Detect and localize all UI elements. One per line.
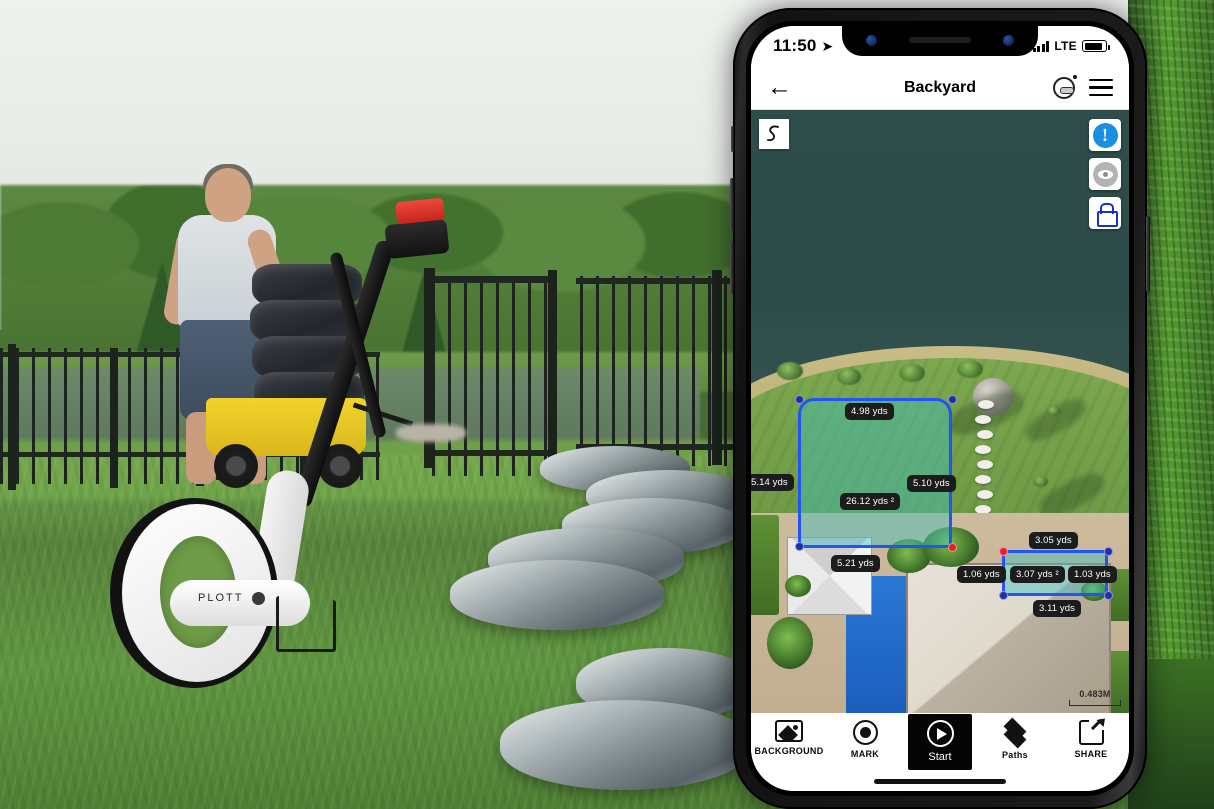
tab-label: Paths <box>1001 750 1028 760</box>
rock-edging <box>396 424 466 442</box>
area-label: 3.07 yds ² <box>1010 566 1065 583</box>
back-arrow-icon[interactable]: ← <box>767 75 792 100</box>
device-logo-icon <box>252 592 265 605</box>
polygon-vertex[interactable] <box>795 395 804 404</box>
status-time: 11:50 <box>773 36 817 55</box>
front-camera-icon <box>866 35 877 46</box>
measuring-wheel-icon[interactable] <box>1053 74 1077 99</box>
tab-label: Start <box>928 751 952 763</box>
scale-value: 0.483M <box>1079 689 1111 699</box>
location-arrow-icon: ➤ <box>821 37 834 54</box>
squiggle-path-icon[interactable] <box>759 119 789 149</box>
garden-bed <box>751 515 779 615</box>
volume-down-button[interactable] <box>730 242 734 294</box>
tab-label: MARK <box>850 749 880 759</box>
target-dot-icon <box>852 720 878 745</box>
map-floating-buttons: ! <box>1089 119 1121 229</box>
tab-share[interactable]: SHARE <box>1058 714 1124 759</box>
palm-tree <box>785 575 811 597</box>
fence-post <box>548 270 557 466</box>
shrub <box>899 364 925 382</box>
edge-label-left: 5.14 yds <box>751 474 794 491</box>
info-alert-button[interactable]: ! <box>1089 119 1121 151</box>
battery-icon <box>1082 40 1110 52</box>
polygon-vertex[interactable] <box>948 395 957 404</box>
polygon-vertex[interactable] <box>1104 547 1113 556</box>
layers-diamond-icon <box>1002 717 1028 749</box>
area-label: 26.12 yds ² <box>840 493 901 510</box>
stepping-stone <box>977 430 993 439</box>
stepping-stone <box>978 400 994 409</box>
tab-paths[interactable]: Paths <box>982 717 1048 760</box>
map-scale-bar: 0.483M <box>1069 689 1121 706</box>
edge-label-bottom: 3.11 yds <box>1033 600 1082 617</box>
edge-label-left: 1.06 yds <box>957 566 1006 583</box>
earpiece-speaker <box>909 37 971 43</box>
tab-label: BACKGROUND <box>754 746 824 756</box>
palm-tree <box>767 617 813 669</box>
wagon-wheel <box>214 444 258 488</box>
fence-post <box>712 270 722 465</box>
fence-post <box>110 348 118 488</box>
network-label: LTE <box>1054 39 1077 53</box>
visibility-button[interactable] <box>1089 158 1121 190</box>
sod-roll <box>450 560 664 630</box>
face-id-sensor-icon <box>1003 35 1014 46</box>
edge-label-right: 5.10 yds <box>907 475 956 492</box>
scale-ruler <box>1069 700 1121 706</box>
edge-label-top: 3.05 yds <box>1029 532 1078 549</box>
hamburger-menu-icon[interactable] <box>1089 78 1113 97</box>
sod-roll <box>500 700 750 790</box>
shrub <box>1047 406 1060 416</box>
power-button[interactable] <box>1146 216 1150 292</box>
display-notch <box>842 26 1038 56</box>
shrub <box>1033 476 1048 487</box>
eye-icon <box>1092 161 1118 187</box>
map-canvas[interactable]: ! 4.98 yds 5.14 yds 5.10 yds 5.21 yds 26… <box>751 110 1129 713</box>
app-nav-bar: ← Backyard <box>751 66 1129 110</box>
stepping-stone <box>975 445 991 454</box>
lock-button[interactable] <box>1089 197 1121 229</box>
stepping-stone <box>975 415 991 424</box>
tab-label: SHARE <box>1074 749 1108 759</box>
phone-screen: 11:50 ➤ LTE ← Backyard ! 4.98 yds 5.14 y… <box>751 26 1129 791</box>
squiggle-glyph <box>767 125 779 142</box>
tab-mark[interactable]: MARK <box>832 720 898 759</box>
polygon-vertex-active[interactable] <box>948 543 957 552</box>
volume-up-button[interactable] <box>730 178 734 230</box>
polygon-vertex[interactable] <box>1104 591 1113 600</box>
shrub <box>837 368 861 385</box>
image-icon <box>775 720 803 742</box>
lock-icon <box>1096 203 1118 227</box>
stepping-stone <box>977 460 993 469</box>
fence-rail <box>428 276 556 283</box>
polygon-vertex[interactable] <box>795 542 804 551</box>
share-arrow-icon <box>1078 714 1109 745</box>
exclamation-circle-icon: ! <box>1092 122 1118 148</box>
play-circle-icon <box>926 720 954 747</box>
fence-panel <box>0 348 200 484</box>
device-brand-label: PLOTT <box>198 592 244 604</box>
fence-post <box>8 344 16 490</box>
stepping-stone <box>975 475 991 484</box>
shrub <box>957 360 983 378</box>
smartphone-device: 11:50 ➤ LTE ← Backyard ! 4.98 yds 5.14 y… <box>730 8 1150 809</box>
stepping-stone <box>977 490 993 499</box>
shrub <box>777 362 803 380</box>
mute-switch[interactable] <box>731 126 734 152</box>
polygon-vertex[interactable] <box>999 591 1008 600</box>
polygon-vertex-active[interactable] <box>999 547 1008 556</box>
edge-label-right: 1.03 yds <box>1068 566 1117 583</box>
edge-label-top: 4.98 yds <box>845 403 894 420</box>
large-plot-polygon[interactable] <box>798 398 952 548</box>
tab-start[interactable]: Start <box>908 714 972 770</box>
fence-gate <box>432 276 552 476</box>
tab-background[interactable]: BACKGROUND <box>754 720 824 756</box>
fence-rail <box>428 450 556 456</box>
edge-label-bottom: 5.21 yds <box>831 555 880 572</box>
home-indicator[interactable] <box>874 779 1006 784</box>
